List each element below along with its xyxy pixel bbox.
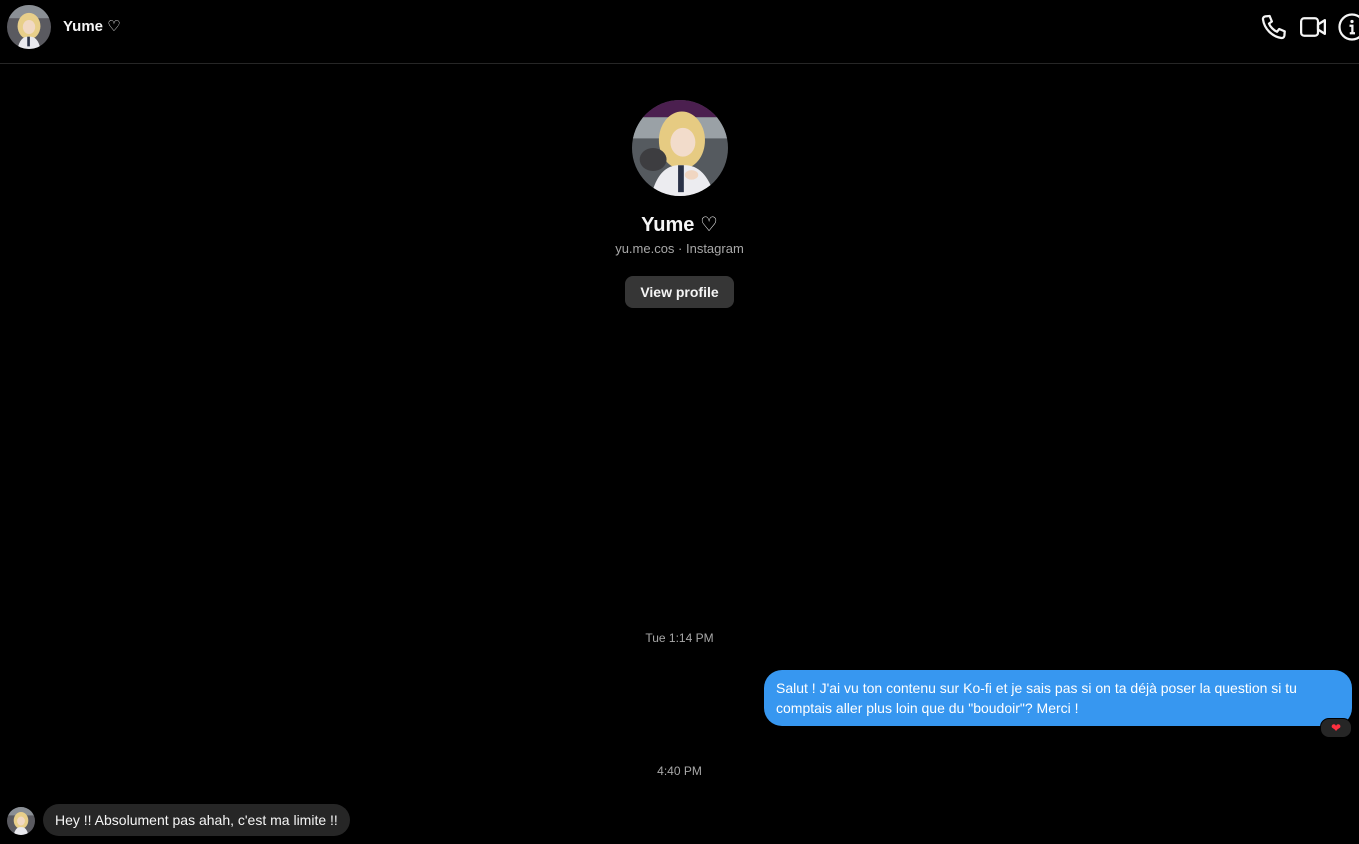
outgoing-message-bubble[interactable]: Salut ! J'ai vu ton contenu sur Ko-fi et…	[764, 670, 1352, 726]
heart-reaction-icon[interactable]: ❤	[1320, 718, 1352, 738]
message-timestamp: 4:40 PM	[657, 764, 702, 778]
header-actions	[1259, 12, 1359, 44]
incoming-message-bubble[interactable]: Hey !! Absolument pas ahah, c'est ma lim…	[43, 804, 350, 836]
header-username[interactable]: Yume ♡	[63, 17, 121, 35]
header-avatar[interactable]	[7, 5, 51, 49]
avatar-image	[7, 807, 35, 835]
phone-icon[interactable]	[1259, 12, 1289, 42]
profile-subtitle: yu.me.cos · Instagram	[615, 241, 744, 256]
chat-window: Yume ♡ Yume ♡ yu.me.cos · Instagram View…	[0, 0, 1359, 844]
chat-header: Yume ♡	[0, 0, 1359, 64]
profile-name: Yume ♡	[641, 214, 718, 236]
avatar-image	[7, 5, 51, 49]
profile-summary: Yume ♡ yu.me.cos · Instagram View profil…	[0, 100, 1359, 308]
sender-avatar[interactable]	[7, 807, 35, 835]
view-profile-button[interactable]: View profile	[625, 276, 734, 308]
profile-avatar[interactable]	[632, 100, 728, 196]
avatar-image	[632, 100, 728, 196]
video-call-icon[interactable]	[1298, 12, 1328, 42]
message-timestamp: Tue 1:14 PM	[645, 631, 714, 645]
info-icon[interactable]	[1337, 12, 1359, 42]
